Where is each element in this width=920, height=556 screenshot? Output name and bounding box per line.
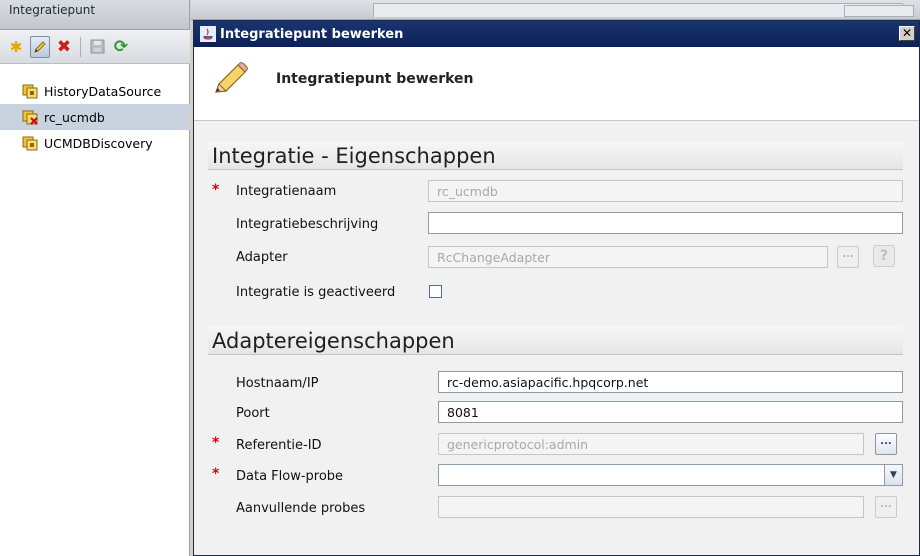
section-adapter-properties: Adaptereigenschappen	[208, 327, 903, 355]
hostname-field[interactable]: rc-demo.asiapacific.hpqcorp.net	[438, 371, 903, 393]
required-marker: *	[212, 435, 220, 451]
dialog-titlebar[interactable]: Integratiepunt bewerken ✕	[194, 21, 919, 47]
dialog-header: Integratiepunt bewerken	[194, 47, 919, 121]
integration-icon	[22, 83, 38, 99]
tree-item-label: HistoryDataSource	[44, 83, 162, 99]
dialog-body: Integratie - Eigenschappen * Integratien…	[194, 122, 919, 555]
tree-item-rc-ucmdb[interactable]: rc_ucmdb	[0, 104, 190, 130]
required-marker: *	[212, 466, 220, 482]
edit-integration-dialog: Integratiepunt bewerken ✕ Integratiepunt…	[193, 20, 920, 556]
tree-item-label: UCMDBDiscovery	[44, 135, 153, 151]
integration-error-icon	[22, 109, 38, 125]
delete-icon[interactable]: ✖	[54, 36, 74, 58]
credential-id-field[interactable]: genericprotocol:admin	[438, 433, 864, 455]
tree-item-historydatasource[interactable]: HistoryDataSource	[0, 78, 190, 104]
edit-icon[interactable]	[30, 35, 50, 58]
additional-probes-browse-button[interactable]: ...	[875, 496, 897, 518]
activated-label: Integratie is geactiveerd	[236, 285, 396, 300]
pencil-icon	[215, 61, 248, 93]
tree-item-ucmdbdiscovery[interactable]: UCMDBDiscovery	[0, 130, 190, 156]
header-title: Integratiepunt bewerken	[276, 70, 474, 87]
adapter-field[interactable]: RcChangeAdapter	[428, 246, 828, 268]
additional-probes-label: Aanvullende probes	[236, 501, 366, 516]
adapter-label: Adapter	[236, 250, 288, 265]
integration-icon	[22, 135, 38, 151]
new-icon[interactable]: ✱	[6, 36, 26, 58]
toolbar-separator	[80, 36, 81, 57]
hostname-label: Hostnaam/IP	[236, 376, 319, 391]
help-icon[interactable]: ?	[873, 245, 895, 267]
background-header	[191, 0, 920, 20]
data-flow-probe-label: Data Flow-probe	[236, 469, 344, 484]
integration-tree: HistoryDataSource rc_ucmdb UCMDBDiscover…	[0, 78, 190, 156]
integration-point-panel: Integratiepunt ✱ ✖ ⟳ HistoryDataSource r…	[0, 0, 190, 556]
dialog-title: Integratiepunt bewerken	[220, 26, 404, 42]
close-button[interactable]: ✕	[899, 26, 915, 41]
close-icon: ✕	[901, 26, 913, 40]
port-label: Poort	[236, 406, 270, 421]
adapter-browse-button[interactable]: ...	[837, 246, 859, 268]
panel-toolbar: ✱ ✖ ⟳	[0, 30, 190, 64]
tree-item-label: rc_ucmdb	[44, 109, 105, 125]
background-tab	[844, 5, 914, 17]
data-flow-probe-select[interactable]	[438, 464, 903, 486]
integration-description-label: Integratiebeschrijving	[236, 217, 379, 232]
additional-probes-field[interactable]	[438, 496, 864, 518]
integration-name-field[interactable]: rc_ucmdb	[428, 180, 903, 202]
java-app-icon	[200, 26, 216, 42]
integration-description-field[interactable]	[428, 212, 903, 234]
credential-id-label: Referentie-ID	[236, 438, 322, 453]
activated-checkbox[interactable]	[429, 285, 442, 298]
refresh-icon[interactable]: ⟳	[111, 36, 131, 58]
required-marker: *	[212, 182, 220, 198]
save-icon[interactable]	[87, 36, 107, 58]
chevron-down-icon[interactable]: ▼	[884, 465, 902, 485]
integration-name-label: Integratienaam	[236, 184, 337, 199]
port-field[interactable]: 8081	[438, 401, 903, 423]
credential-browse-button[interactable]: ...	[875, 433, 897, 455]
panel-title: Integratiepunt	[0, 0, 189, 30]
background-tab	[373, 3, 903, 17]
section-integration-properties: Integratie - Eigenschappen	[208, 142, 903, 170]
